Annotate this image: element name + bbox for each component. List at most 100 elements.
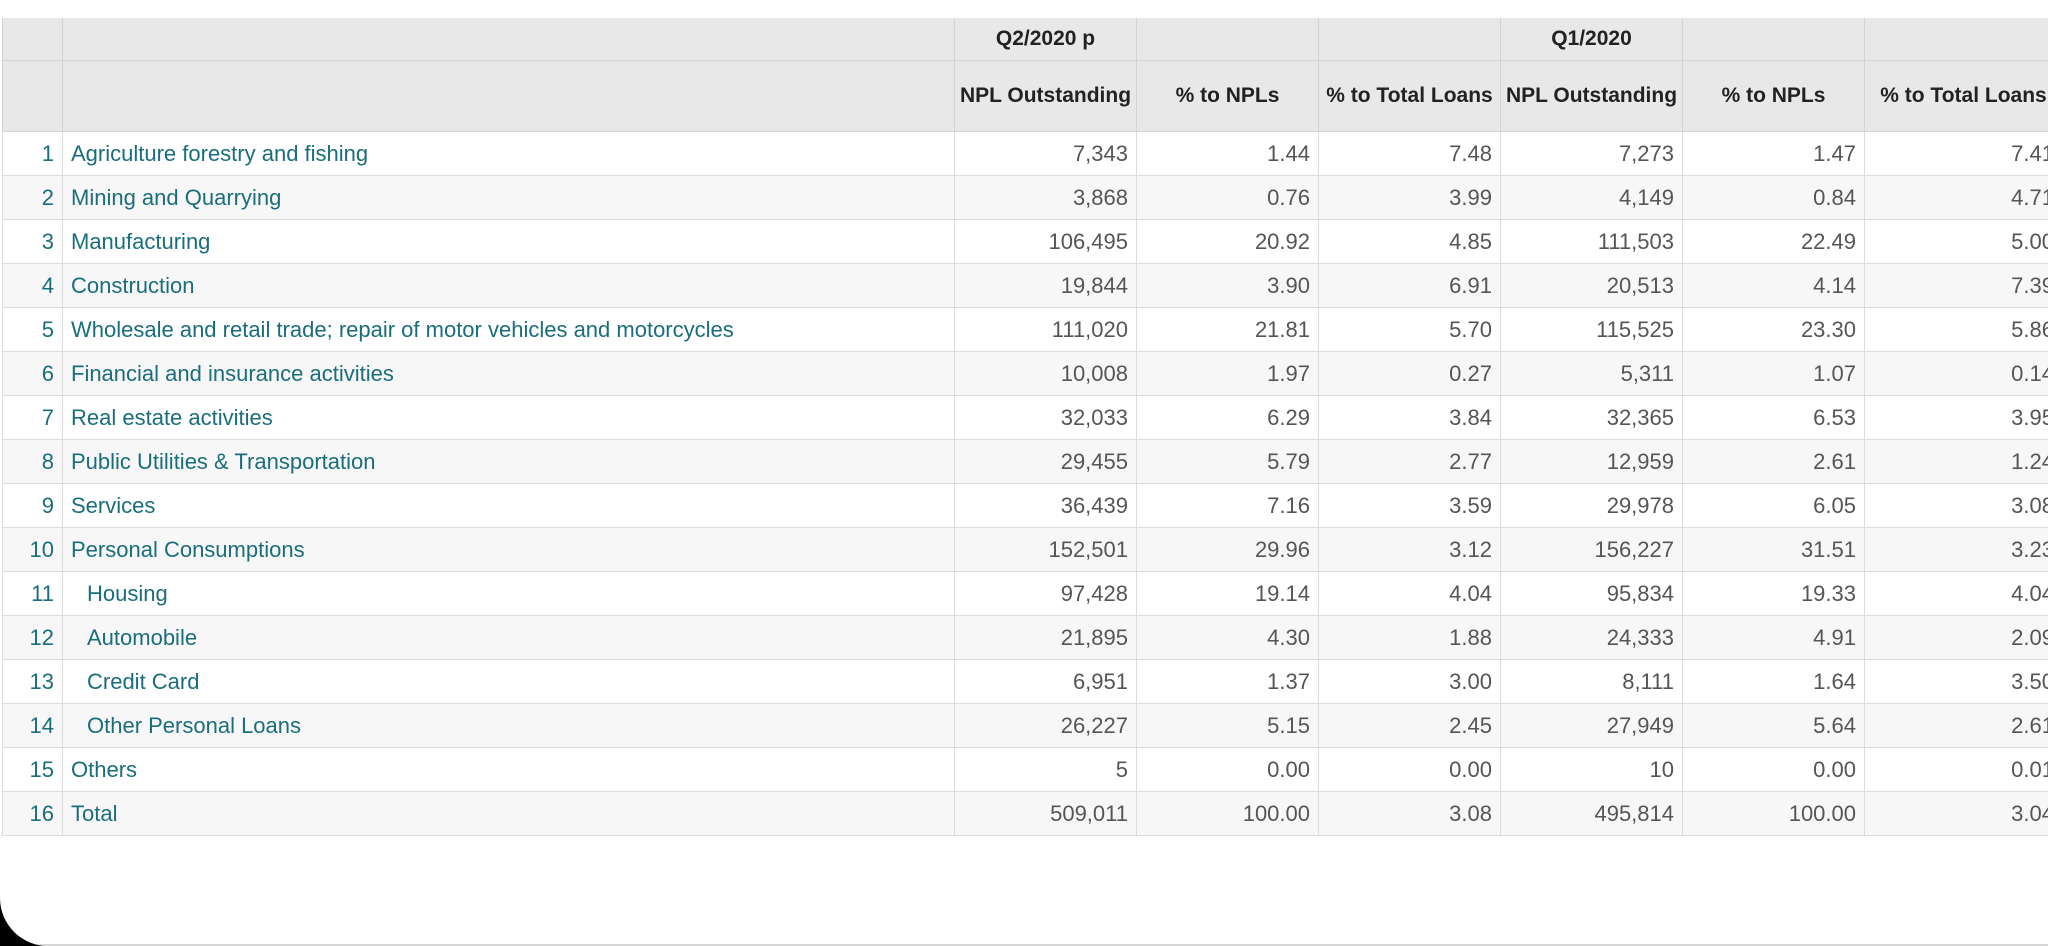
column-header[interactable]: % to NPLs bbox=[1136, 60, 1319, 132]
column-header[interactable]: NPL Outstanding bbox=[1500, 60, 1683, 132]
table-cell: 5.86 bbox=[1864, 307, 2048, 352]
header-corner-index bbox=[2, 18, 63, 61]
column-header[interactable]: NPL Outstanding bbox=[954, 60, 1137, 132]
table-cell: 19,844 bbox=[954, 263, 1137, 308]
column-header[interactable]: % to Total Loans bbox=[1318, 60, 1501, 132]
table-cell: 0.00 bbox=[1318, 747, 1501, 792]
table-cell: 29.96 bbox=[1136, 527, 1319, 572]
table-cell: 495,814 bbox=[1500, 791, 1683, 836]
npl-table: Q2/2020 p Q1/2020 NPL Outstanding % to N… bbox=[2, 18, 2048, 836]
table-row[interactable]: 13Credit Card6,9511.373.008,1111.643.50 bbox=[2, 659, 2048, 704]
table-cell: 1.44 bbox=[1136, 131, 1319, 176]
column-header[interactable]: % to NPLs bbox=[1682, 60, 1865, 132]
table-cell: 2.61 bbox=[1864, 703, 2048, 748]
table-cell: 26,227 bbox=[954, 703, 1137, 748]
table-cell: 23.30 bbox=[1682, 307, 1865, 352]
table-cell: 1.37 bbox=[1136, 659, 1319, 704]
row-label[interactable]: Other Personal Loans bbox=[62, 703, 955, 748]
row-label[interactable]: Financial and insurance activities bbox=[62, 351, 955, 396]
table-cell: 29,455 bbox=[954, 439, 1137, 484]
table-row[interactable]: 1 Agriculture forestry and fishing 7,343 1.… bbox=[2, 131, 2048, 176]
table-cell: 32,033 bbox=[954, 395, 1137, 440]
table-row[interactable]: 15Others50.000.00100.000.01 bbox=[2, 747, 2048, 792]
row-label[interactable]: Services bbox=[62, 483, 955, 528]
table-cell: 0.00 bbox=[1136, 747, 1319, 792]
table-cell: 6,951 bbox=[954, 659, 1137, 704]
table-cell: 4.71 bbox=[1864, 175, 2048, 220]
table-cell: 7.41 bbox=[1864, 131, 2048, 176]
row-label[interactable]: Wholesale and retail trade; repair of mo… bbox=[62, 307, 955, 352]
table-cell: 0.00 bbox=[1682, 747, 1865, 792]
table-cell: 6.05 bbox=[1682, 483, 1865, 528]
period-header-row: Q2/2020 p Q1/2020 bbox=[2, 18, 2048, 61]
table-cell: 106,495 bbox=[954, 219, 1137, 264]
table-row[interactable]: 8 Public Utilities & Transportation 29,455… bbox=[2, 439, 2048, 484]
row-index: 8 bbox=[2, 439, 63, 484]
table-cell: 7,273 bbox=[1500, 131, 1683, 176]
row-label[interactable]: Credit Card bbox=[62, 659, 955, 704]
table-cell: 1.24 bbox=[1864, 439, 2048, 484]
table-cell: 3.12 bbox=[1318, 527, 1501, 572]
row-index: 14 bbox=[2, 703, 63, 748]
row-index: 2 bbox=[2, 175, 63, 220]
table-cell: 36,439 bbox=[954, 483, 1137, 528]
table-cell: 3.04 bbox=[1864, 791, 2048, 836]
table-cell: 3.23 bbox=[1864, 527, 2048, 572]
column-header-index bbox=[2, 60, 63, 132]
row-label[interactable]: Personal Consumptions bbox=[62, 527, 955, 572]
table-cell: 7.48 bbox=[1318, 131, 1501, 176]
row-label[interactable]: Housing bbox=[62, 571, 955, 616]
row-label[interactable]: Public Utilities & Transportation bbox=[62, 439, 955, 484]
table-cell: 4.04 bbox=[1318, 571, 1501, 616]
table-cell: 5.64 bbox=[1682, 703, 1865, 748]
table-cell: 2.09 bbox=[1864, 615, 2048, 660]
table-cell: 12,959 bbox=[1500, 439, 1683, 484]
row-label[interactable]: Others bbox=[62, 747, 955, 792]
table-cell: 0.27 bbox=[1318, 351, 1501, 396]
table-cell: 3.08 bbox=[1318, 791, 1501, 836]
table-cell: 4.14 bbox=[1682, 263, 1865, 308]
table-cell: 5.15 bbox=[1136, 703, 1319, 748]
row-label[interactable]: Real estate activities bbox=[62, 395, 955, 440]
row-label[interactable]: Construction bbox=[62, 263, 955, 308]
table-row[interactable]: 2 Mining and Quarrying 3,868 0.76 3.99 4,149 0… bbox=[2, 175, 2048, 220]
table-row[interactable]: 12Automobile21,8954.301.8824,3334.912.09 bbox=[2, 615, 2048, 660]
column-header-row: NPL Outstanding % to NPLs % to Total Loa… bbox=[2, 60, 2048, 132]
table-row[interactable]: 6 Financial and insurance activities 10,00… bbox=[2, 351, 2048, 396]
row-label[interactable]: Agriculture forestry and fishing bbox=[62, 131, 955, 176]
period-header-current: Q2/2020 p bbox=[954, 18, 1137, 61]
table-cell: 115,525 bbox=[1500, 307, 1683, 352]
row-index: 11 bbox=[2, 571, 63, 616]
row-label[interactable]: Manufacturing bbox=[62, 219, 955, 264]
row-index: 4 bbox=[2, 263, 63, 308]
table-cell: 4.04 bbox=[1864, 571, 2048, 616]
period-header-blank bbox=[1864, 18, 2048, 61]
table-cell: 1.47 bbox=[1682, 131, 1865, 176]
table-row[interactable]: 5 Wholesale and retail trade; repair of m… bbox=[2, 307, 2048, 352]
table-cell: 4.30 bbox=[1136, 615, 1319, 660]
table-cell: 31.51 bbox=[1682, 527, 1865, 572]
table-cell: 24,333 bbox=[1500, 615, 1683, 660]
row-index: 16 bbox=[2, 791, 63, 836]
table-cell: 100.00 bbox=[1136, 791, 1319, 836]
row-index: 3 bbox=[2, 219, 63, 264]
row-label[interactable]: Automobile bbox=[62, 615, 955, 660]
screen: Q2/2020 p Q1/2020 NPL Outstanding % to N… bbox=[0, 0, 2048, 946]
table-row[interactable]: 16 Total 509,011 100.00 3.08 495,814 100.00 3.0… bbox=[2, 791, 2048, 836]
table-row[interactable]: 3 Manufacturing 106,495 20.92 4.85 111,503 22.… bbox=[2, 219, 2048, 264]
row-label[interactable]: Total bbox=[62, 791, 955, 836]
table-cell: 4.85 bbox=[1318, 219, 1501, 264]
table-row[interactable]: 11Housing97,42819.144.0495,83419.334.04 bbox=[2, 571, 2048, 616]
table-cell: 20,513 bbox=[1500, 263, 1683, 308]
table-row[interactable]: 10 Personal Consumptions 152,501 29.96 3.12 1… bbox=[2, 527, 2048, 572]
table-row[interactable]: 4 Construction 19,844 3.90 6.91 20,513 4.14 7.3… bbox=[2, 263, 2048, 308]
row-index: 12 bbox=[2, 615, 63, 660]
table-row[interactable]: 7 Real estate activities 32,033 6.29 3.84 32,… bbox=[2, 395, 2048, 440]
row-label[interactable]: Mining and Quarrying bbox=[62, 175, 955, 220]
row-index: 15 bbox=[2, 747, 63, 792]
column-header[interactable]: % to Total Loans bbox=[1864, 60, 2048, 132]
table-cell: 3.90 bbox=[1136, 263, 1319, 308]
row-index: 6 bbox=[2, 351, 63, 396]
table-row[interactable]: 9Services36,4397.163.5929,9786.053.08 bbox=[2, 483, 2048, 528]
table-row[interactable]: 14 Other Personal Loans 26,227 5.15 2.45 27,9… bbox=[2, 703, 2048, 748]
